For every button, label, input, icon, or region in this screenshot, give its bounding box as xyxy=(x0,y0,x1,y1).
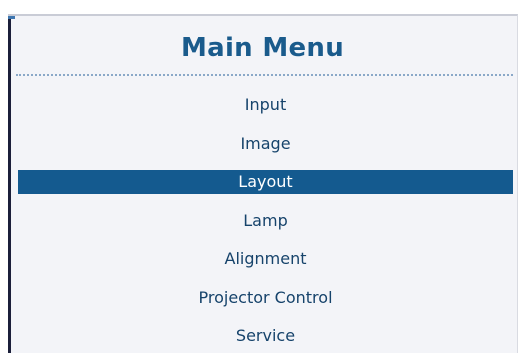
menu-item-projector-control[interactable]: Projector Control xyxy=(18,279,513,318)
menu-item-image[interactable]: Image xyxy=(18,125,513,164)
menu-item-label: Alignment xyxy=(224,249,307,269)
menu-title: Main Menu xyxy=(180,33,345,63)
panel-left-edge xyxy=(8,16,11,353)
panel-corner-accent xyxy=(8,16,15,19)
osd-menu-panel: Main Menu Input Image Layout Lamp Alignm… xyxy=(8,14,518,353)
menu-item-input[interactable]: Input xyxy=(18,86,513,125)
menu-item-label: Lamp xyxy=(243,210,288,230)
menu-item-label: Input xyxy=(244,95,287,115)
menu-item-label: Service xyxy=(235,326,296,346)
title-separator xyxy=(16,74,513,76)
menu-item-alignment[interactable]: Alignment xyxy=(18,240,513,279)
menu-item-label: Layout xyxy=(18,170,513,195)
menu-item-layout[interactable]: Layout xyxy=(18,163,513,202)
menu-list: Input Image Layout Lamp Alignment Projec… xyxy=(18,86,513,356)
menu-item-label: Projector Control xyxy=(198,287,333,307)
menu-item-lamp[interactable]: Lamp xyxy=(18,202,513,241)
menu-item-service[interactable]: Service xyxy=(18,317,513,356)
menu-item-label: Image xyxy=(240,133,291,153)
